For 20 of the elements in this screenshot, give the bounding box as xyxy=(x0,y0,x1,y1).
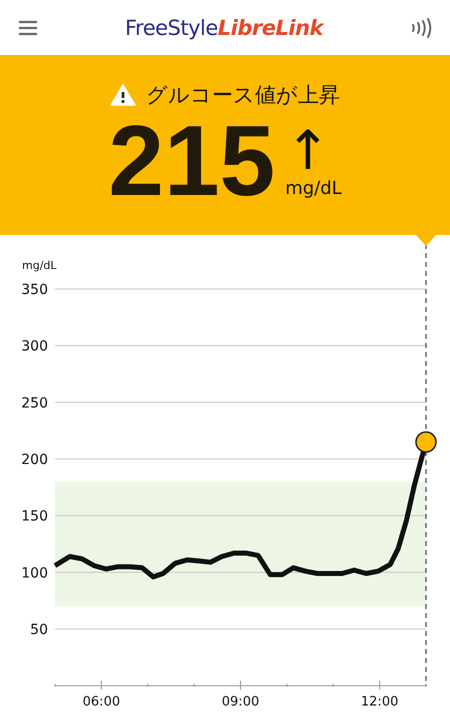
menu-icon[interactable] xyxy=(18,20,38,36)
app-logo: FreeStyleLibreLink xyxy=(124,16,324,40)
nfc-icon[interactable] xyxy=(410,18,432,38)
y-tick-label: 150 xyxy=(21,508,48,525)
y-tick-label: 100 xyxy=(21,565,48,582)
glucose-unit: mg/dL xyxy=(285,178,342,199)
y-tick-label: 250 xyxy=(21,395,48,412)
y-tick-label: 350 xyxy=(21,282,48,298)
alert-message: グルコース値が上昇 xyxy=(146,82,340,109)
glucose-value: 215 xyxy=(108,111,276,211)
y-tick-label: 300 xyxy=(21,338,48,355)
x-tick-label: 12:00 xyxy=(360,694,398,710)
y-tick-label: 200 xyxy=(21,452,48,468)
y-axis-unit: mg/dL xyxy=(22,259,57,272)
current-reading-marker xyxy=(415,431,437,453)
warning-icon xyxy=(110,84,136,106)
trend-arrow: ↑ xyxy=(285,124,330,178)
y-tick-label: 50 xyxy=(30,622,48,638)
x-tick-label: 09:00 xyxy=(222,694,260,710)
x-tick-label: 06:00 xyxy=(82,694,120,710)
